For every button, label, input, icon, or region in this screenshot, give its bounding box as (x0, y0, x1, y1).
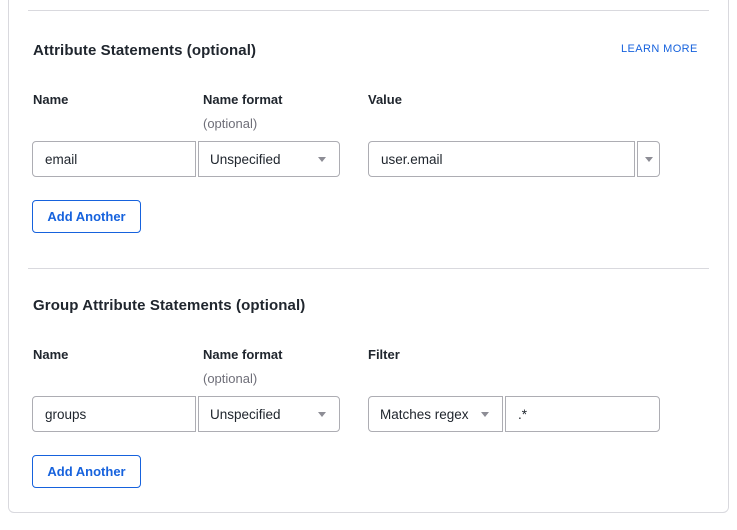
column-header-name-format: Name format (203, 92, 282, 107)
attribute-name-format-selected: Unspecified (210, 152, 281, 167)
saml-settings-page: Attribute Statements (optional) LEARN MO… (0, 0, 737, 530)
caret-down-icon (318, 412, 326, 417)
group-attribute-filter-select[interactable]: Matches regex (368, 396, 503, 432)
column-header-name: Name (33, 347, 68, 362)
add-another-group-attribute-button[interactable]: Add Another (32, 455, 141, 488)
attribute-name-input[interactable] (32, 141, 196, 177)
group-attribute-filter-selected: Matches regex (380, 407, 469, 422)
column-header-name-format: Name format (203, 347, 282, 362)
column-header-name: Name (33, 92, 68, 107)
caret-down-icon (481, 412, 489, 417)
group-attribute-name-format-selected: Unspecified (210, 407, 281, 422)
attribute-statements-title: Attribute Statements (optional) (33, 42, 256, 59)
attribute-value-dropdown-button[interactable] (637, 141, 660, 177)
learn-more-link[interactable]: LEARN MORE (621, 43, 698, 55)
caret-down-icon (645, 157, 653, 162)
group-attribute-statements-title: Group Attribute Statements (optional) (33, 297, 305, 314)
name-format-optional-note: (optional) (203, 371, 257, 386)
group-attribute-filter-value-input[interactable] (505, 396, 660, 432)
attribute-value-input[interactable] (368, 141, 635, 177)
group-attribute-name-input[interactable] (32, 396, 196, 432)
section-divider (28, 10, 709, 11)
column-header-filter: Filter (368, 347, 400, 362)
add-another-attribute-button[interactable]: Add Another (32, 200, 141, 233)
column-header-value: Value (368, 92, 402, 107)
settings-card (8, 0, 729, 513)
section-divider (28, 268, 709, 269)
attribute-name-format-select[interactable]: Unspecified (198, 141, 340, 177)
name-format-optional-note: (optional) (203, 116, 257, 131)
caret-down-icon (318, 157, 326, 162)
group-attribute-name-format-select[interactable]: Unspecified (198, 396, 340, 432)
